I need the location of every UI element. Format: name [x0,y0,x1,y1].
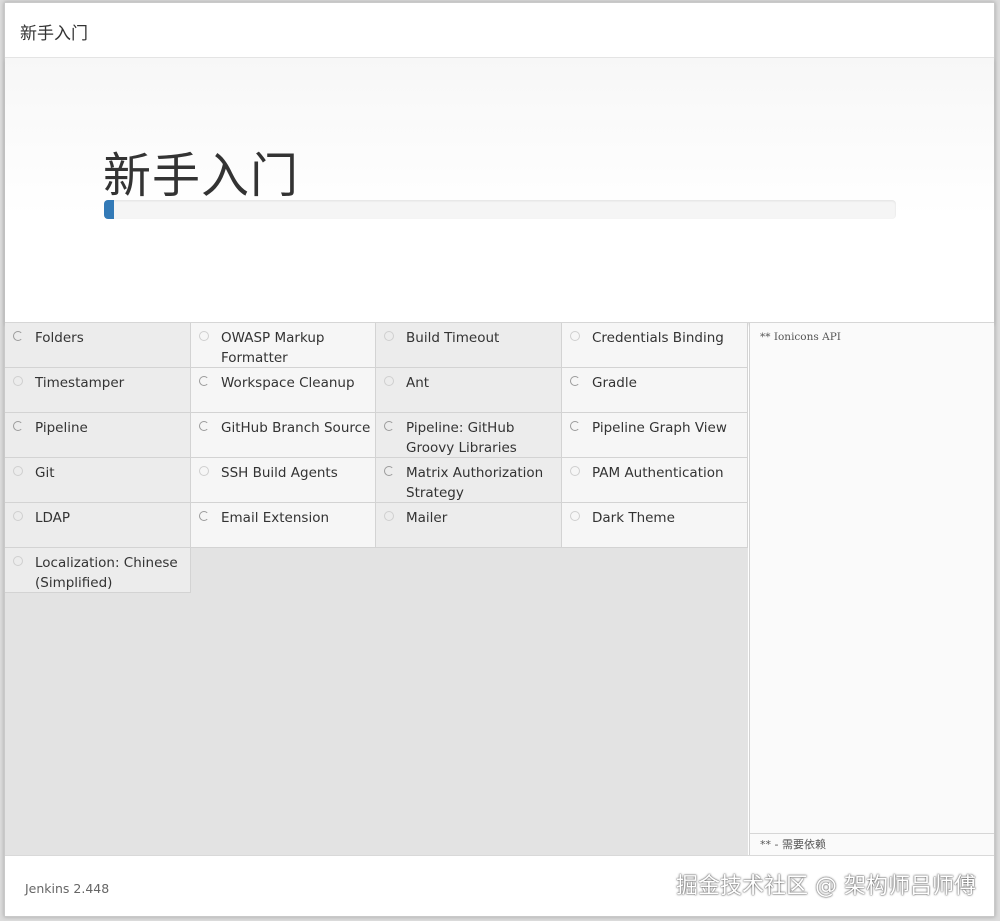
plugin-name: Gradle [592,375,637,391]
spinner-icon [13,331,23,341]
plugin-item: Mailer [376,503,562,548]
pending-circle-icon [13,511,23,521]
plugin-name: Timestamper [35,375,125,391]
spinner-icon [199,421,209,431]
pending-circle-icon [13,376,23,386]
plugin-item: Ant [376,368,562,413]
install-progress-bar [104,200,896,219]
plugin-name: Mailer [406,510,448,526]
spinner-icon [199,376,209,386]
plugin-name: Git [35,465,55,481]
plugin-item: GitHub Branch Source [191,413,376,458]
plugin-name: Email Extension [221,510,330,526]
dependency-legend: ** - 需要依赖 [750,833,994,855]
page-heading: 新手入门 [103,148,300,204]
title-bar: 新手入门 [5,3,994,58]
pending-circle-icon [199,466,209,476]
plugin-item: PAM Authentication [562,458,748,503]
plugin-item: Build Timeout [376,323,562,368]
install-progress-fill [104,200,114,219]
plugin-item: Workspace Cleanup [191,368,376,413]
spinner-icon [13,421,23,431]
plugin-name: Build Timeout [406,330,500,346]
plugin-name: Dark Theme [592,510,675,526]
plugin-name: Ant [406,375,430,391]
plugin-name: Credentials Binding [592,330,724,346]
plugin-name: Workspace Cleanup [221,375,355,391]
plugin-item: Email Extension [191,503,376,548]
plugin-item: Gradle [562,368,748,413]
pending-circle-icon [570,511,580,521]
plugin-name: Pipeline: GitHub Groovy Libraries [406,420,517,456]
plugin-item: Credentials Binding [562,323,748,368]
plugin-name: PAM Authentication [592,465,724,481]
footer: Jenkins 2.448 掘金技术社区 @ 架构师吕师傅 [5,855,994,916]
spinner-icon [570,376,580,386]
plugin-item: Dark Theme [562,503,748,548]
plugin-name: Localization: Chinese (Simplified) [35,555,178,591]
plugin-name: Matrix Authorization Strategy [406,465,544,501]
window-title: 新手入门 [20,24,88,44]
plugin-item: Localization: Chinese (Simplified) [5,548,191,593]
pending-circle-icon [384,376,394,386]
spinner-icon [570,421,580,431]
plugin-item: Timestamper [5,368,191,413]
plugin-name: GitHub Branch Source [221,420,371,436]
plugin-name: SSH Build Agents [221,465,338,481]
setup-wizard-window: 新手入门 新手入门 Folders OWASP Markup Formatter B… [4,2,995,917]
watermark-text: 掘金技术社区 @ 架构师吕师傅 [676,874,976,899]
pending-circle-icon [13,466,23,476]
pending-circle-icon [13,556,23,566]
plugin-item: Matrix Authorization Strategy [376,458,562,503]
plugin-name: OWASP Markup Formatter [221,330,325,366]
plugin-item: Pipeline [5,413,191,458]
install-log-panel[interactable]: ** Ionicons API ** - 需要依赖 [749,323,994,855]
jenkins-version: Jenkins 2.448 [25,881,110,896]
plugin-name: Pipeline Graph View [592,420,727,436]
pending-circle-icon [384,331,394,341]
pending-circle-icon [384,511,394,521]
plugin-item: OWASP Markup Formatter [191,323,376,368]
plugin-item: Git [5,458,191,503]
plugin-item: SSH Build Agents [191,458,376,503]
plugin-name: LDAP [35,510,71,526]
plugin-item: Pipeline Graph View [562,413,748,458]
plugin-item: LDAP [5,503,191,548]
pending-circle-icon [199,331,209,341]
plugin-item: Folders [5,323,191,368]
spinner-icon [199,511,209,521]
plugin-list-panel: Folders OWASP Markup Formatter Build Timeo… [5,323,748,855]
hero-panel: 新手入门 [5,58,994,323]
plugin-name: Pipeline [35,420,88,436]
spinner-icon [384,466,394,476]
spinner-icon [384,421,394,431]
install-log-text: ** Ionicons API [760,331,841,343]
pending-circle-icon [570,466,580,476]
plugin-name: Folders [35,330,84,346]
pending-circle-icon [570,331,580,341]
plugin-item: Pipeline: GitHub Groovy Libraries [376,413,562,458]
plugin-grid: Folders OWASP Markup Formatter Build Timeo… [5,323,748,593]
